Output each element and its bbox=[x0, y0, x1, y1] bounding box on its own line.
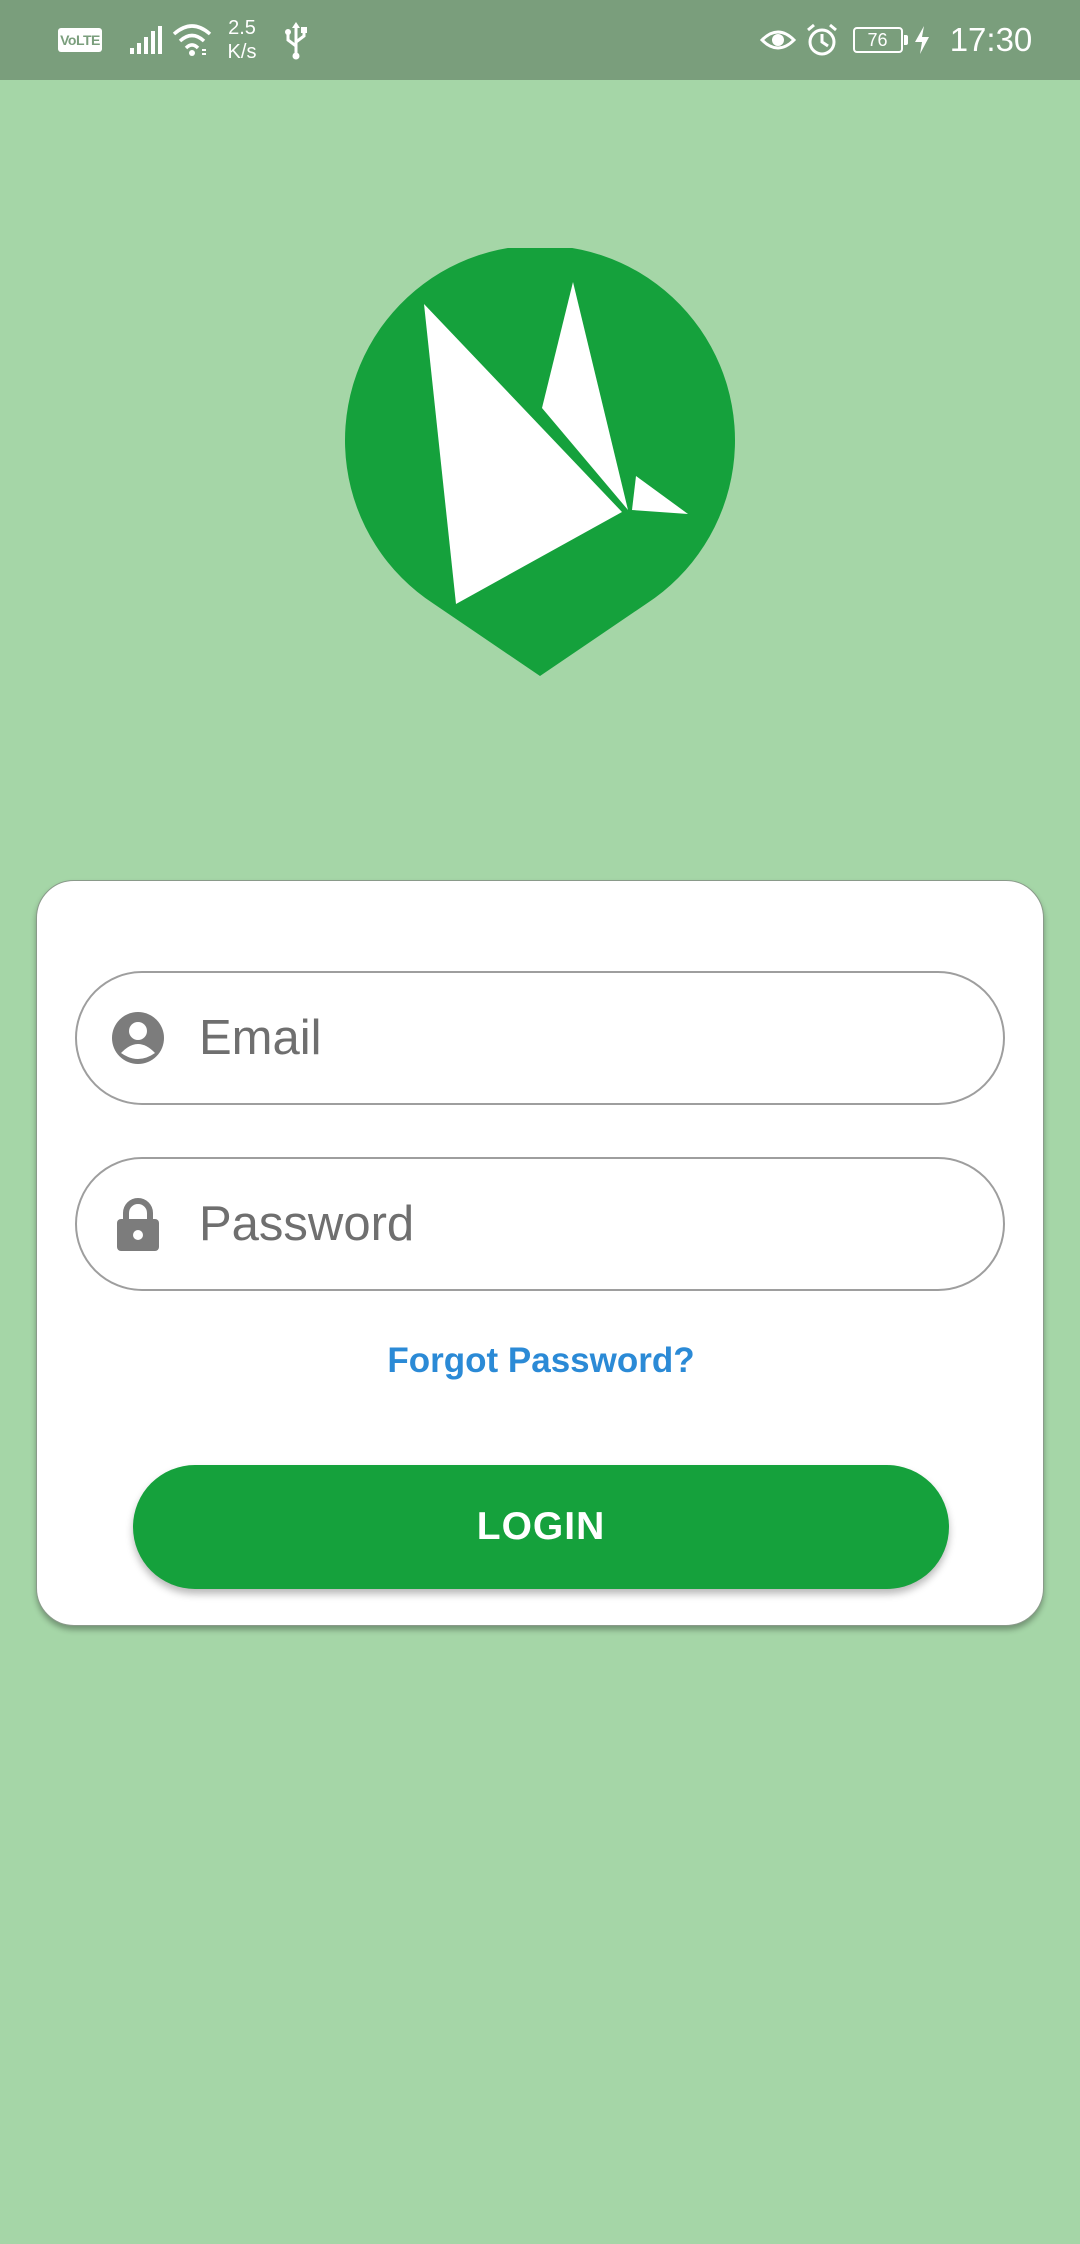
wifi-icon bbox=[172, 22, 212, 58]
email-field[interactable] bbox=[75, 971, 1005, 1105]
volte-icon: VoLTE bbox=[58, 28, 102, 52]
login-button[interactable]: LOGIN bbox=[133, 1465, 949, 1589]
sailboat-logo bbox=[342, 245, 738, 680]
eye-icon bbox=[760, 24, 796, 56]
forgot-password-link[interactable]: Forgot Password? bbox=[37, 1341, 1045, 1381]
net-speed-unit: K/s bbox=[227, 41, 257, 63]
status-time: 17:30 bbox=[949, 21, 1033, 58]
network-badge: VoLTE bbox=[60, 32, 100, 48]
signal-icon bbox=[128, 24, 164, 56]
charging-icon bbox=[912, 24, 932, 56]
login-card: Forgot Password? LOGIN bbox=[36, 880, 1044, 1626]
password-field[interactable] bbox=[75, 1157, 1005, 1291]
email-input[interactable] bbox=[197, 1009, 961, 1067]
usb-icon bbox=[282, 20, 310, 60]
status-bar: VoLTE 2.5 K/s 76 17:30 bbox=[0, 0, 1080, 80]
lock-icon bbox=[111, 1197, 165, 1251]
password-input[interactable] bbox=[197, 1195, 961, 1253]
net-speed: 2.5 K/s bbox=[222, 14, 262, 66]
net-speed-value: 2.5 bbox=[228, 17, 256, 39]
person-icon bbox=[111, 1011, 165, 1065]
alarm-icon bbox=[804, 22, 840, 58]
battery-level: 76 bbox=[852, 27, 903, 53]
battery-icon: 76 bbox=[852, 26, 908, 54]
